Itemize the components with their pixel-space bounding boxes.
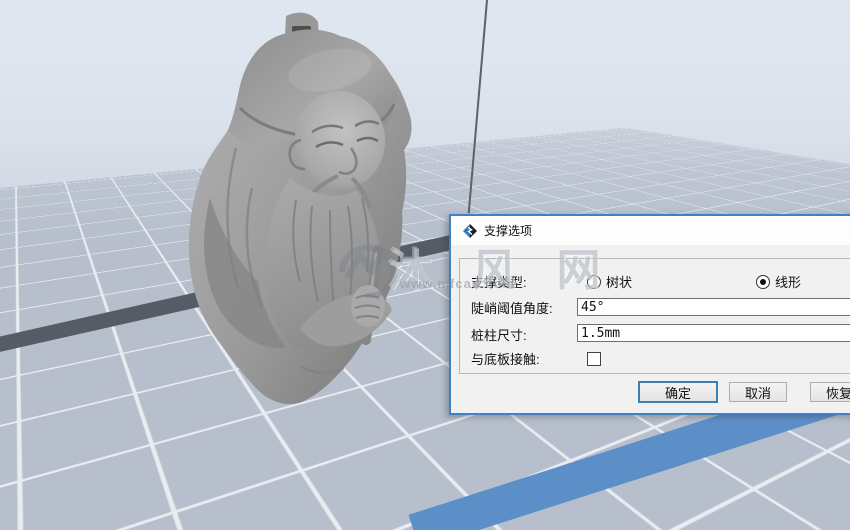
touch-plate-checkbox[interactable]: [587, 352, 601, 366]
support-options-dialog: 支撑选项 支撑类型: 树状 线形 陡峭阈值角度: 桩柱尺寸: 与: [449, 214, 850, 415]
dialog-title: 支撑选项: [484, 222, 532, 239]
cancel-button[interactable]: 取消: [729, 382, 787, 402]
radio-linear-label[interactable]: 线形: [775, 272, 801, 291]
ok-button[interactable]: 确定: [638, 381, 718, 403]
support-type-row: 支撑类型: 树状 线形: [471, 272, 801, 291]
support-settings-group: 支撑类型: 树状 线形 陡峭阈值角度: 桩柱尺寸: 与底板接触:: [459, 258, 850, 374]
radio-tree[interactable]: [587, 275, 601, 289]
pillar-size-label: 桩柱尺寸:: [471, 325, 577, 344]
pillar-size-row: 桩柱尺寸:: [471, 325, 577, 344]
touch-plate-row: 与底板接触:: [471, 349, 601, 368]
touch-plate-label: 与底板接触:: [471, 349, 577, 368]
threshold-angle-input[interactable]: [577, 298, 850, 316]
slicer-3d-viewport: 支撑选项 支撑类型: 树状 线形 陡峭阈值角度: 桩柱尺寸: 与: [0, 0, 850, 530]
radio-tree-label[interactable]: 树状: [606, 272, 632, 291]
support-type-label: 支撑类型:: [471, 272, 577, 291]
dialog-titlebar[interactable]: 支撑选项: [451, 216, 850, 245]
threshold-angle-row: 陡峭阈值角度:: [471, 298, 577, 317]
radio-linear[interactable]: [756, 275, 770, 289]
app-logo-icon: [463, 224, 477, 238]
threshold-angle-label: 陡峭阈值角度:: [471, 298, 577, 317]
pillar-size-input[interactable]: [577, 324, 850, 342]
restore-button[interactable]: 恢复: [810, 382, 850, 402]
old-man-pendant-model[interactable]: [170, 10, 440, 415]
